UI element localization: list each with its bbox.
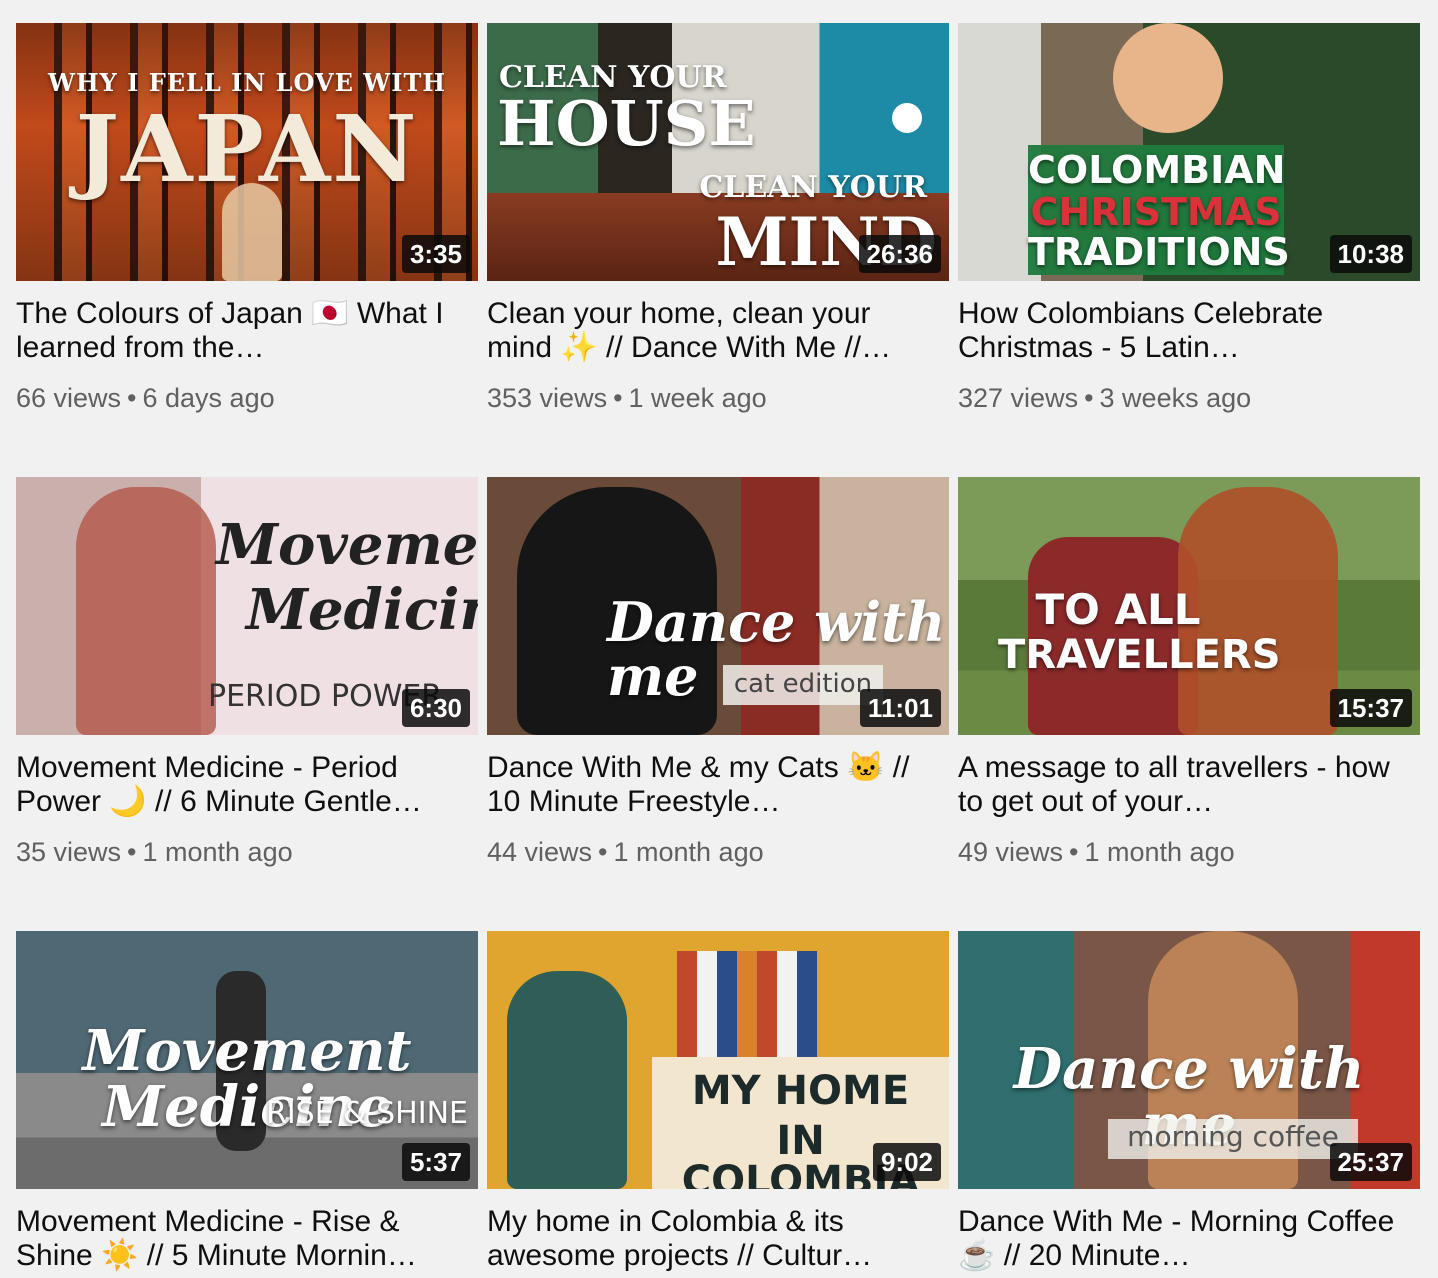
video-card[interactable]: WHY I FELL IN LOVE WITH JAPAN 3:35 The C… bbox=[16, 23, 478, 414]
video-thumbnail[interactable]: WHY I FELL IN LOVE WITH JAPAN 3:35 bbox=[16, 23, 478, 281]
upload-age: 1 week ago bbox=[628, 383, 767, 413]
video-duration: 3:35 bbox=[401, 235, 470, 273]
video-duration: 11:01 bbox=[859, 689, 941, 727]
video-title[interactable]: My home in Colombia & its awesome projec… bbox=[487, 1205, 927, 1273]
video-thumbnail[interactable]: Movement Medicine RISE & SHINE 5:37 bbox=[16, 931, 478, 1189]
video-title[interactable]: Dance With Me & my Cats 🐱 // 10 Minute F… bbox=[487, 751, 927, 819]
thumbnail-line1: COLOMBIAN bbox=[1028, 148, 1286, 192]
video-thumbnail[interactable]: MY HOME IN COLOMBIA 9:02 bbox=[487, 931, 949, 1189]
video-title[interactable]: A message to all travellers - how to get… bbox=[958, 751, 1398, 819]
thumbnail-headline: JAPAN bbox=[75, 95, 419, 203]
view-count: 353 views bbox=[487, 383, 608, 413]
video-duration: 15:37 bbox=[1329, 689, 1412, 727]
person-silhouette bbox=[76, 487, 216, 735]
separator-dot: • bbox=[1069, 837, 1079, 867]
view-count: 66 views bbox=[16, 383, 122, 413]
video-meta: 35 views • 1 month ago bbox=[16, 837, 478, 868]
separator-dot: • bbox=[127, 383, 137, 413]
person-silhouette bbox=[222, 183, 282, 281]
video-thumbnail[interactable]: TO ALL TRAVELLERS 15:37 bbox=[958, 477, 1420, 735]
video-card[interactable]: Dance with me cat edition 11:01 Dance Wi… bbox=[487, 477, 949, 868]
video-duration: 26:36 bbox=[858, 235, 941, 273]
video-duration: 10:38 bbox=[1329, 235, 1412, 273]
view-count: 35 views bbox=[16, 837, 122, 867]
video-card[interactable]: CLEAN YOUR HOUSE CLEAN YOUR MIND 26:36 C… bbox=[487, 23, 949, 414]
video-card[interactable]: Movement Medicine RISE & SHINE 5:37 Move… bbox=[16, 931, 478, 1273]
video-meta: 327 views • 3 weeks ago bbox=[958, 383, 1420, 414]
video-duration: 5:37 bbox=[401, 1143, 470, 1181]
thumbnail-caption: morning coffee bbox=[1127, 1120, 1339, 1153]
thumbnail-line2: CHRISTMAS bbox=[1030, 190, 1282, 234]
video-thumbnail[interactable]: Dance with me cat edition 11:01 bbox=[487, 477, 949, 735]
video-card[interactable]: MY HOME IN COLOMBIA 9:02 My home in Colo… bbox=[487, 931, 949, 1273]
thumbnail-script1: Movement bbox=[216, 512, 478, 578]
video-thumbnail[interactable]: CLEAN YOUR HOUSE CLEAN YOUR MIND 26:36 bbox=[487, 23, 949, 281]
separator-dot: • bbox=[127, 837, 137, 867]
view-count: 44 views bbox=[487, 837, 593, 867]
separator-dot: • bbox=[1084, 383, 1094, 413]
video-title[interactable]: Clean your home, clean your mind ✨ // Da… bbox=[487, 297, 927, 365]
thumbnail-script2: Medicine bbox=[246, 577, 478, 643]
video-title[interactable]: How Colombians Celebrate Christmas - 5 L… bbox=[958, 297, 1398, 365]
thumbnail-line3: TRADITIONS bbox=[1028, 230, 1290, 274]
thumbnail-headline: HOUSE bbox=[497, 87, 756, 160]
thumbnail-overline: WHY I FELL IN LOVE WITH bbox=[48, 68, 446, 97]
video-card[interactable]: Movement Medicine PERIOD POWER 6:30 Move… bbox=[16, 477, 478, 868]
mosaic-art bbox=[677, 951, 817, 1071]
video-title[interactable]: The Colours of Japan 🇯🇵 What I learned f… bbox=[16, 297, 456, 365]
thumbnail-line1: TO ALL bbox=[1035, 585, 1201, 634]
video-thumbnail[interactable]: COLOMBIAN CHRISTMAS TRADITIONS 10:38 bbox=[958, 23, 1420, 281]
upload-age: 3 weeks ago bbox=[1099, 383, 1252, 413]
video-thumbnail[interactable]: Dance with me morning coffee 25:37 bbox=[958, 931, 1420, 1189]
video-meta: 66 views • 6 days ago bbox=[16, 383, 478, 414]
video-meta: 353 views • 1 week ago bbox=[487, 383, 949, 414]
video-card[interactable]: TO ALL TRAVELLERS 15:37 A message to all… bbox=[958, 477, 1420, 868]
person-face bbox=[1113, 23, 1223, 133]
video-title[interactable]: Movement Medicine - Period Power 🌙 // 6 … bbox=[16, 751, 456, 819]
upload-age: 1 month ago bbox=[1084, 837, 1235, 867]
video-card[interactable]: Dance with me morning coffee 25:37 Dance… bbox=[958, 931, 1420, 1273]
upload-age: 1 month ago bbox=[613, 837, 764, 867]
separator-dot: • bbox=[613, 383, 623, 413]
thumbnail-line1: MY HOME bbox=[691, 1068, 910, 1114]
thumbnail-caption: RISE & SHINE bbox=[265, 1096, 468, 1131]
view-count: 49 views bbox=[958, 837, 1064, 867]
video-title[interactable]: Movement Medicine - Rise & Shine ☀️ // 5… bbox=[16, 1205, 456, 1273]
video-card[interactable]: COLOMBIAN CHRISTMAS TRADITIONS 10:38 How… bbox=[958, 23, 1420, 414]
thumbnail-line2: TRAVELLERS bbox=[998, 632, 1281, 678]
separator-dot: • bbox=[598, 837, 608, 867]
upload-age: 6 days ago bbox=[142, 383, 275, 413]
video-duration: 9:02 bbox=[872, 1143, 941, 1181]
bubble-icon bbox=[892, 103, 922, 133]
view-count: 327 views bbox=[958, 383, 1079, 413]
video-meta: 44 views • 1 month ago bbox=[487, 837, 949, 868]
thumbnail-subline: CLEAN YOUR bbox=[699, 170, 927, 205]
video-duration: 6:30 bbox=[401, 689, 470, 727]
video-duration: 25:37 bbox=[1329, 1143, 1412, 1181]
video-thumbnail[interactable]: Movement Medicine PERIOD POWER 6:30 bbox=[16, 477, 478, 735]
video-title[interactable]: Dance With Me - Morning Coffee ☕ // 20 M… bbox=[958, 1205, 1398, 1273]
upload-age: 1 month ago bbox=[142, 837, 293, 867]
video-meta: 49 views • 1 month ago bbox=[958, 837, 1420, 868]
person-silhouette bbox=[507, 971, 627, 1189]
